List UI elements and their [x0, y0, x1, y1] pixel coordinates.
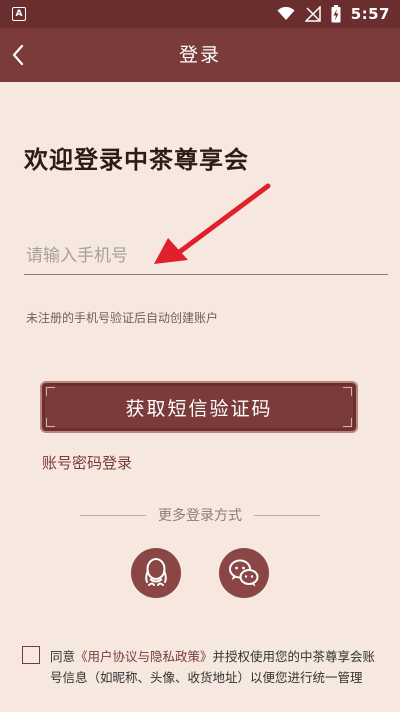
wechat-icon [229, 559, 259, 587]
button-corner-ornament [343, 387, 352, 396]
phone-field-wrapper [24, 238, 388, 276]
agreement-prefix: 同意 [50, 649, 76, 664]
password-login-link[interactable]: 账号密码登录 [42, 452, 132, 473]
qq-login-button[interactable] [131, 548, 181, 598]
wifi-icon [277, 7, 295, 20]
welcome-heading: 欢迎登录中茶尊享会 [24, 145, 249, 174]
status-bar: A 5:57 [0, 0, 400, 28]
page-title: 登录 [178, 44, 221, 66]
agreement-text: 同意《用户协议与隐私政策》并授权使用您的中茶尊享会账号信息（如昵称、头像、收货地… [50, 646, 380, 688]
user-agreement-link[interactable]: 《用户协议与隐私政策》 [75, 649, 213, 664]
get-sms-code-label: 获取短信验证码 [125, 397, 273, 420]
app-notification-icon: A [12, 7, 26, 21]
button-corner-ornament [46, 418, 55, 427]
more-login-label: 更多登录方式 [158, 508, 242, 524]
agreement-checkbox[interactable] [22, 646, 40, 664]
register-hint: 未注册的手机号验证后自动创建账户 [26, 311, 219, 325]
status-icons: 5:57 [277, 4, 390, 24]
qq-penguin-icon [145, 558, 167, 586]
signal-off-icon [304, 6, 321, 22]
button-corner-ornament [343, 418, 352, 427]
get-sms-code-button[interactable]: 获取短信验证码 [40, 381, 358, 433]
button-corner-ornament [46, 387, 55, 396]
status-time: 5:57 [350, 5, 390, 23]
wechat-login-button[interactable] [219, 548, 269, 598]
battery-charging-icon [331, 5, 341, 23]
phone-input[interactable] [24, 238, 388, 275]
divider-line [254, 514, 320, 516]
divider-line [80, 514, 146, 516]
app-bar: 登录 [0, 28, 400, 82]
more-login-divider: 更多登录方式 [80, 505, 320, 525]
